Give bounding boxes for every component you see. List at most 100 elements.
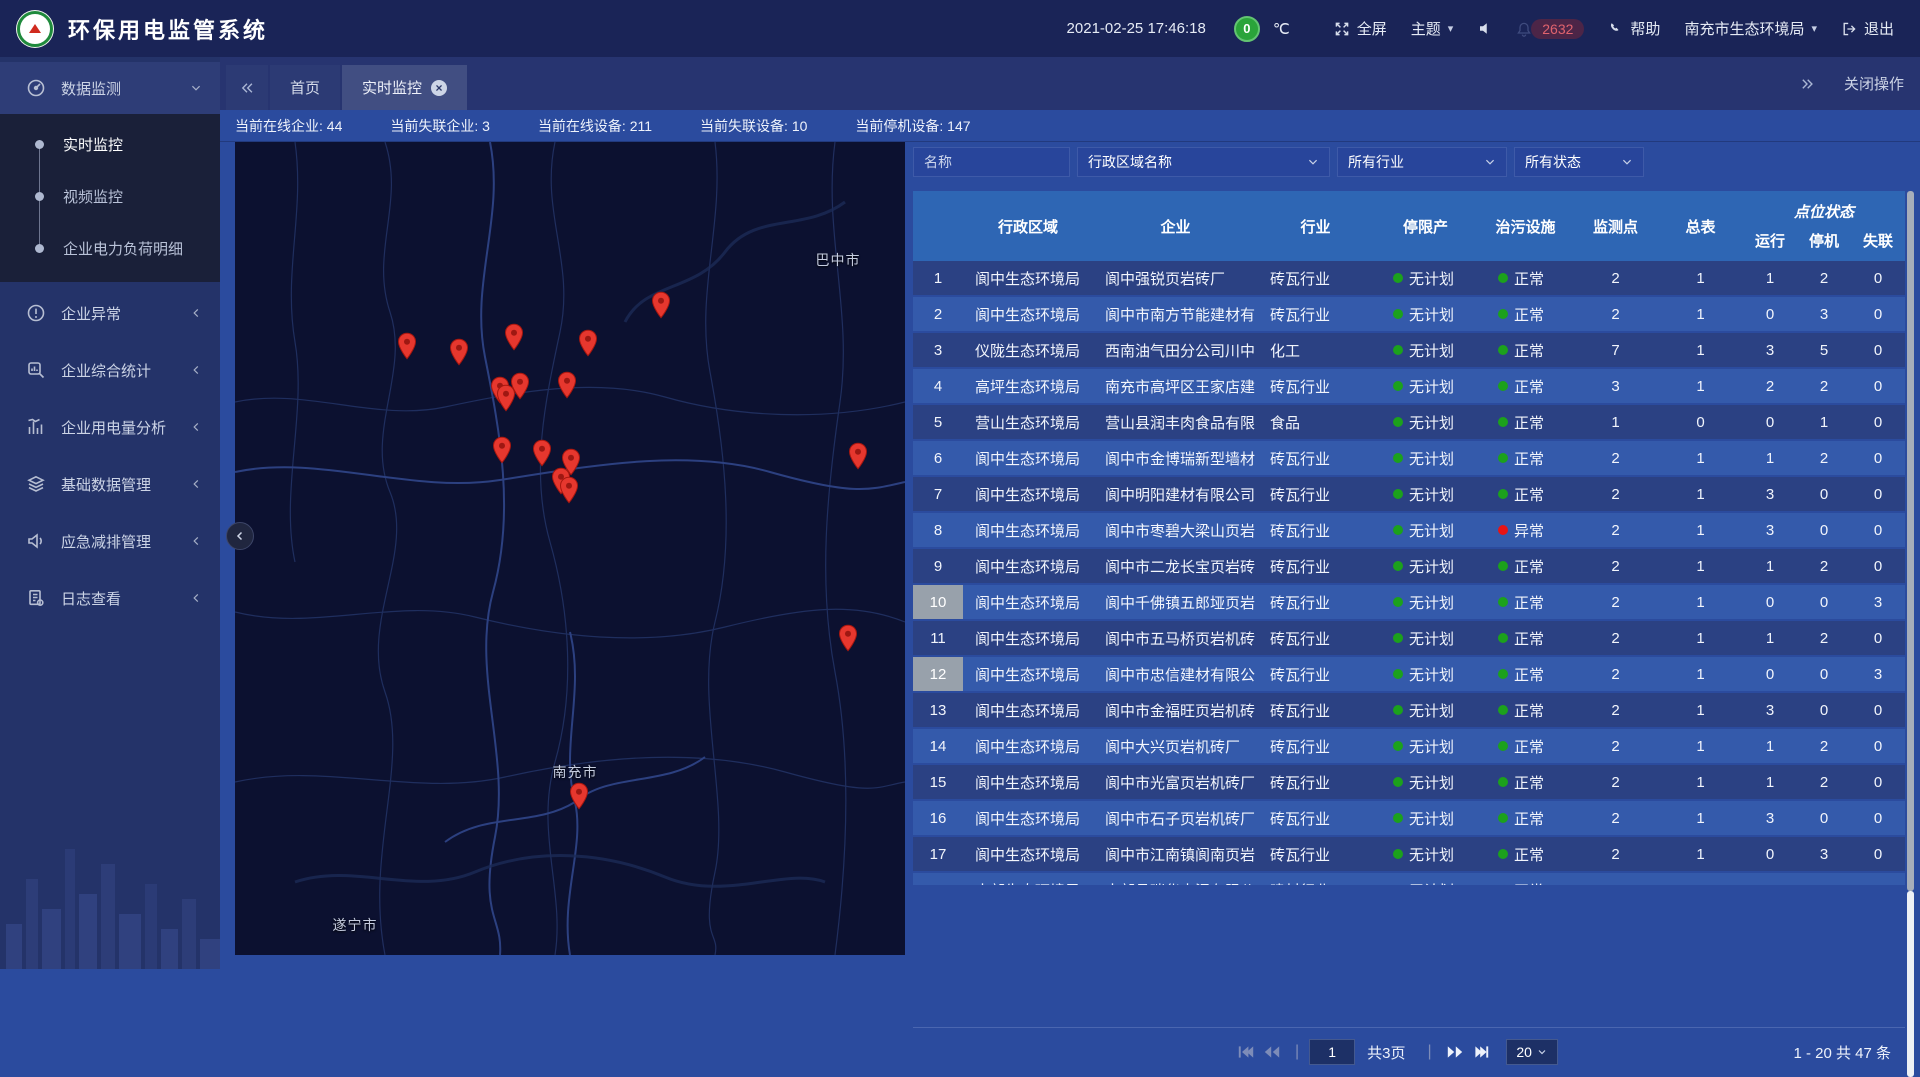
map-collapse-handle[interactable] [226, 522, 254, 550]
table-row[interactable]: 4高坪生态环境局南充市高坪区王家店建砖瓦行业无计划正常31220 [913, 369, 1905, 403]
table-row[interactable]: 15阆中生态环境局阆中市光富页岩机砖厂砖瓦行业无计划正常21120 [913, 765, 1905, 799]
table-row[interactable]: 14阆中生态环境局阆中大兴页岩机砖厂砖瓦行业无计划正常21120 [913, 729, 1905, 763]
map-pin-icon[interactable] [838, 624, 858, 652]
next-page-button[interactable] [1442, 1039, 1468, 1065]
help-button[interactable]: 帮助 [1608, 18, 1660, 39]
map-panel[interactable]: 巴中市南充市遂宁市 [235, 142, 905, 955]
status-dot [1498, 489, 1508, 499]
map-pin-icon[interactable] [510, 372, 530, 400]
tab-realtime[interactable]: 实时监控× [342, 65, 467, 110]
row-index: 8 [913, 513, 963, 547]
status-dot [1498, 345, 1508, 355]
sidebar-item-company-abnormal[interactable]: 企业异常 [0, 287, 220, 339]
cell-total-meter: 1 [1658, 738, 1743, 755]
logout-button[interactable]: 退出 [1841, 18, 1894, 39]
map-pin-icon[interactable] [557, 371, 577, 399]
map-pin-icon[interactable] [848, 442, 868, 470]
map-pin-icon[interactable] [449, 338, 469, 366]
map-pin-icon[interactable] [492, 436, 512, 464]
status-text: 正常 [1514, 340, 1544, 361]
prev-page-button[interactable] [1259, 1039, 1285, 1065]
status-text: 无计划 [1409, 628, 1454, 649]
table-row[interactable]: 12阆中生态环境局阆中市忠信建材有限公砖瓦行业无计划正常21003 [913, 657, 1905, 691]
theme-dropdown[interactable]: 主题▾ [1411, 18, 1454, 39]
org-dropdown[interactable]: 南充市生态环境局▾ [1684, 18, 1817, 39]
volume-button[interactable] [1477, 21, 1492, 36]
cell-company: 阆中市枣碧大梁山页岩 [1093, 520, 1258, 541]
last-page-button[interactable] [1468, 1039, 1494, 1065]
tabs-scroll-left-button[interactable] [226, 65, 268, 110]
table-row[interactable]: 13阆中生态环境局阆中市金福旺页岩机砖砖瓦行业无计划正常21300 [913, 693, 1905, 727]
sidebar-item-base-data[interactable]: 基础数据管理 [0, 458, 220, 510]
record-range-label: 1 - 20 共 47 条 [1793, 1028, 1891, 1076]
table-row[interactable]: 3仪陇生态环境局西南油气田分公司川中化工无计划正常71350 [913, 333, 1905, 367]
table-scrollbar[interactable] [1907, 191, 1914, 1077]
cell-stop-count: 2 [1797, 270, 1851, 287]
page-input[interactable] [1309, 1039, 1355, 1065]
tab-home[interactable]: 首页 [270, 65, 340, 110]
status-dot [1498, 561, 1508, 571]
double-chevron-right-icon[interactable] [1800, 77, 1814, 91]
map-pin-icon[interactable] [504, 323, 524, 351]
table-row[interactable]: 2阆中生态环境局阆中市南方节能建材有砖瓦行业无计划正常21030 [913, 297, 1905, 331]
table-row[interactable]: 17阆中生态环境局阆中市江南镇阆南页岩砖瓦行业无计划正常21030 [913, 837, 1905, 871]
close-icon[interactable]: × [431, 80, 447, 96]
map-pin-icon[interactable] [532, 439, 552, 467]
industry-filter-select[interactable]: 所有行业 [1337, 147, 1507, 177]
layers-icon [26, 474, 46, 494]
table-row[interactable]: 18南部生态环境局南部县瑞华水泥有限公建材行业无计划正常21030 [913, 873, 1905, 885]
status-dot [1393, 273, 1403, 283]
page-size-select[interactable]: 20 [1506, 1039, 1558, 1065]
close-all-button[interactable]: 关闭操作 [1844, 73, 1904, 94]
fullscreen-button[interactable]: 全屏 [1334, 18, 1387, 39]
map-pin-icon[interactable] [578, 329, 598, 357]
sidebar: 数据监测实时监控视频监控企业电力负荷明细企业异常企业综合统计企业用电量分析基础数… [0, 57, 220, 969]
table-row[interactable]: 11阆中生态环境局阆中市五马桥页岩机砖砖瓦行业无计划正常21120 [913, 621, 1905, 655]
cell-region: 阆中生态环境局 [963, 556, 1093, 577]
status-dot [1393, 453, 1403, 463]
bar-chart-icon [26, 417, 46, 437]
table-row[interactable]: 1阆中生态环境局阆中强锐页岩砖厂砖瓦行业无计划正常21120 [913, 261, 1905, 295]
cell-lost-count: 0 [1851, 882, 1905, 886]
sidebar-subitem-video[interactable]: 视频监控 [0, 170, 220, 222]
cell-lost-count: 0 [1851, 378, 1905, 395]
region-filter-select[interactable]: 行政区域名称 [1077, 147, 1330, 177]
sidebar-item-company-stats[interactable]: 企业综合统计 [0, 344, 220, 396]
table-row[interactable]: 7阆中生态环境局阆中明阳建材有限公司砖瓦行业无计划正常21300 [913, 477, 1905, 511]
cell-stop-count: 0 [1797, 810, 1851, 827]
table-row[interactable]: 5营山生态环境局营山县润丰肉食品有限食品无计划正常10010 [913, 405, 1905, 439]
cell-total-meter: 1 [1658, 882, 1743, 886]
cell-monitor-count: 2 [1573, 810, 1658, 827]
sidebar-item-power-analysis[interactable]: 企业用电量分析 [0, 401, 220, 453]
cell-industry: 砖瓦行业 [1258, 268, 1373, 289]
map-pin-icon[interactable] [559, 476, 579, 504]
cell-run-count: 1 [1743, 630, 1797, 647]
status-text: 正常 [1514, 880, 1544, 886]
cell-run-count: 0 [1743, 594, 1797, 611]
table-row[interactable]: 10阆中生态环境局阆中千佛镇五郎垭页岩砖瓦行业无计划正常21003 [913, 585, 1905, 619]
sidebar-item-data-monitor[interactable]: 数据监测 [0, 62, 220, 114]
map-pin-icon[interactable] [397, 332, 417, 360]
sidebar-item-emergency[interactable]: 应急减排管理 [0, 515, 220, 567]
table-row[interactable]: 6阆中生态环境局阆中市金博瑞新型墙材砖瓦行业无计划正常21120 [913, 441, 1905, 475]
cell-industry: 砖瓦行业 [1258, 520, 1373, 541]
map-pin-icon[interactable] [651, 291, 671, 319]
cell-region: 阆中生态环境局 [963, 304, 1093, 325]
chevron-down-icon [1307, 156, 1319, 168]
row-index: 14 [913, 729, 963, 763]
log-icon [26, 588, 46, 608]
table-row[interactable]: 16阆中生态环境局阆中市石子页岩机砖厂砖瓦行业无计划正常21300 [913, 801, 1905, 835]
table-row[interactable]: 8阆中生态环境局阆中市枣碧大梁山页岩砖瓦行业无计划异常21300 [913, 513, 1905, 547]
status-dot [1393, 525, 1403, 535]
sidebar-subitem-load-detail[interactable]: 企业电力负荷明细 [0, 222, 220, 274]
name-filter-input[interactable] [913, 147, 1070, 177]
map-pin-icon[interactable] [569, 782, 589, 810]
cell-run-count: 3 [1743, 522, 1797, 539]
sidebar-item-logs[interactable]: 日志查看 [0, 572, 220, 624]
sidebar-subitem-realtime[interactable]: 实时监控 [0, 118, 220, 170]
table-row[interactable]: 9阆中生态环境局阆中市二龙长宝页岩砖砖瓦行业无计划正常21120 [913, 549, 1905, 583]
cell-limit-status: 无计划 [1373, 340, 1478, 361]
status-filter-select[interactable]: 所有状态 [1514, 147, 1644, 177]
notifications[interactable]: 2632 [1516, 19, 1584, 39]
first-page-button[interactable] [1233, 1039, 1259, 1065]
